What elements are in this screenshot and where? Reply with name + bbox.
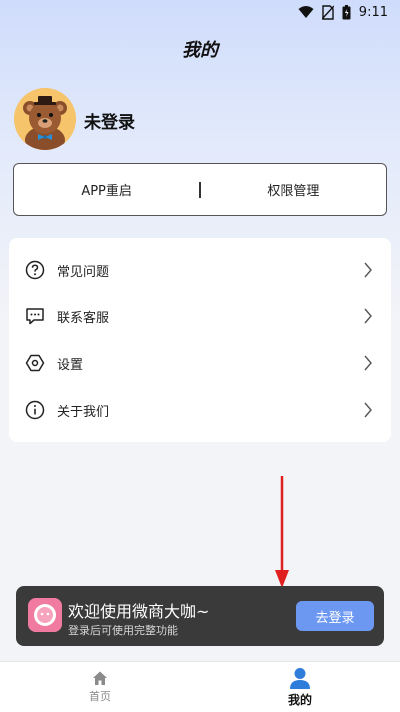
question-circle-icon — [25, 260, 45, 280]
info-circle-icon — [25, 400, 45, 420]
chevron-right-icon — [364, 308, 372, 324]
chevron-right-icon — [364, 262, 372, 278]
toast-subtitle: 登录后可使用完整功能 — [68, 624, 178, 637]
menu-item-settings[interactable]: 设置 — [9, 340, 391, 386]
menu-item-customer-service[interactable]: 联系客服 — [9, 293, 391, 339]
username-label[interactable]: 未登录 — [84, 108, 135, 133]
chevron-right-icon — [364, 402, 372, 418]
app-logo-icon — [28, 598, 62, 632]
menu-item-label: 常见问题 — [57, 264, 110, 280]
person-icon — [290, 667, 310, 689]
go-login-button[interactable]: 去登录 — [296, 601, 374, 631]
avatar[interactable] — [14, 88, 76, 150]
menu-item-label: 关于我们 — [57, 404, 110, 420]
tab-label: 首页 — [89, 690, 111, 703]
chevron-right-icon — [364, 355, 372, 371]
wifi-icon — [298, 5, 314, 19]
tab-mine[interactable]: 我的 — [200, 662, 400, 712]
no-sim-icon — [321, 4, 334, 20]
menu-list: 常见问题 联系客服 设置 关于我们 — [9, 238, 391, 442]
bottom-tab-bar: 首页 我的 — [0, 661, 400, 712]
battery-icon — [342, 4, 351, 20]
home-icon — [93, 671, 107, 685]
menu-item-about-us[interactable]: 关于我们 — [9, 387, 391, 433]
status-time: 9:11 — [358, 4, 388, 20]
menu-item-label: 设置 — [57, 357, 84, 373]
hexagon-settings-icon — [25, 354, 45, 372]
bear-avatar-icon — [14, 88, 76, 150]
quick-actions-panel: APP重启 权限管理 — [13, 163, 387, 216]
permission-management-button[interactable]: 权限管理 — [201, 180, 386, 199]
status-bar: 9:11 — [0, 0, 400, 24]
menu-item-label: 联系客服 — [57, 310, 110, 326]
page-title: 我的 — [182, 40, 218, 61]
app-restart-button[interactable]: APP重启 — [14, 180, 199, 199]
annotation-arrow-icon — [275, 476, 289, 588]
tab-label: 我的 — [287, 692, 312, 707]
menu-item-faq[interactable]: 常见问题 — [9, 247, 391, 293]
login-prompt-toast: 欢迎使用微商大咖~ 登录后可使用完整功能 去登录 — [16, 586, 384, 646]
tab-home[interactable]: 首页 — [0, 662, 200, 712]
toast-title: 欢迎使用微商大咖~ — [68, 602, 210, 621]
chat-bubble-icon — [26, 308, 44, 325]
